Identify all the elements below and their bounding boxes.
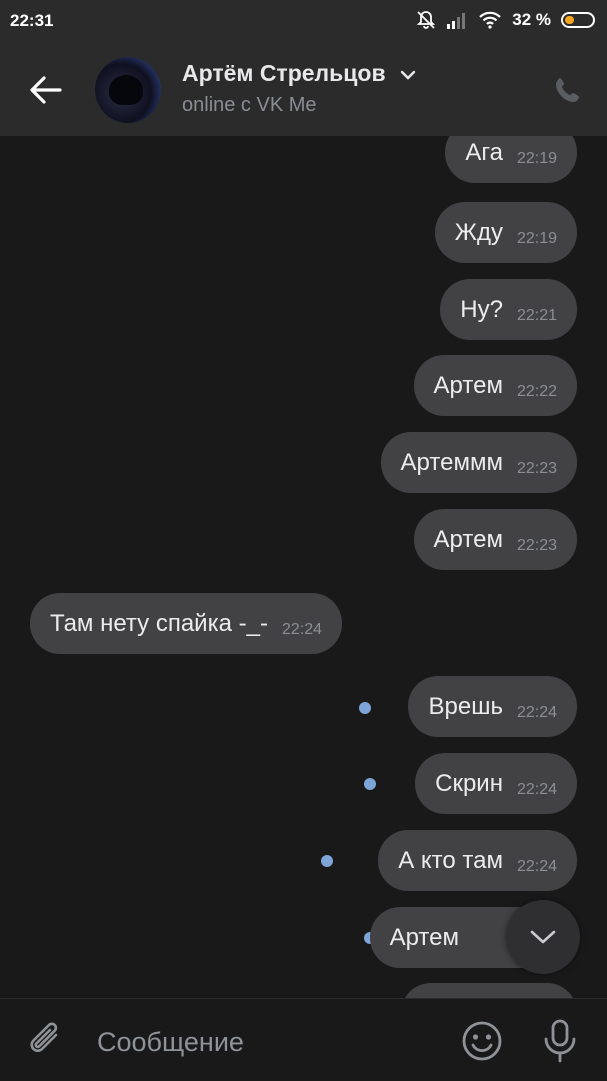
contact-status: online с VK Me [182, 94, 317, 116]
message-in[interactable]: Там нету спайка -_- 22:24 [30, 593, 343, 654]
message-out[interactable]: Артеммм 22:23 [380, 432, 577, 493]
message-list[interactable]: Ага 22:19 Жду 22:19 Ну? 22:21 Артем 22:2… [0, 136, 607, 998]
unread-dot [321, 855, 333, 867]
message-out-partial[interactable] [401, 983, 577, 998]
message-text: Врешь [428, 692, 503, 720]
message-text: Артеммм [400, 448, 503, 476]
message-bubble[interactable]: А кто там 22:24 [378, 830, 577, 891]
message-bubble[interactable]: Ага 22:19 [445, 136, 577, 183]
battery-percent: 32 % [512, 10, 551, 29]
message-bubble[interactable]: Врешь 22:24 [408, 676, 577, 737]
message-out[interactable]: Артем 22:23 [413, 509, 577, 570]
message-time: 22:19 [516, 149, 557, 167]
contact-name: Артём Стрельцов [182, 60, 386, 86]
message-out[interactable]: Артем 22:22 [413, 355, 577, 416]
message-text: Артем [433, 525, 503, 553]
message-time: 22:24 [516, 857, 557, 875]
message-time: 22:21 [516, 306, 557, 324]
wifi-icon [479, 11, 502, 29]
message-out[interactable]: А кто там 22:24 [378, 830, 577, 891]
message-bubble[interactable]: Там нету спайка -_- 22:24 [30, 593, 343, 654]
message-text: Там нету спайка -_- [50, 609, 268, 637]
battery-icon [561, 12, 595, 28]
message-bubble[interactable]: Артеммм 22:23 [380, 432, 577, 493]
message-bubble[interactable] [401, 983, 577, 998]
message-time: 22:24 [516, 703, 557, 721]
message-time: 22:19 [516, 229, 557, 247]
message-bubble[interactable]: Скрин 22:24 [415, 753, 577, 814]
message-time: 22:24 [281, 620, 323, 638]
message-out[interactable]: Ага 22:19 [445, 136, 577, 183]
chevron-down-icon [400, 70, 416, 80]
message-text: Ну? [460, 295, 503, 323]
paperclip-icon[interactable] [28, 1021, 66, 1061]
message-text: Ага [465, 138, 503, 166]
message-out[interactable]: Ну? 22:21 [440, 279, 577, 340]
message-text: Жду [454, 218, 503, 246]
message-text: Артем [433, 371, 503, 399]
chat-header: Артём Стрельцов online с VK Me [0, 44, 607, 136]
message-time: 22:23 [516, 459, 557, 477]
message-out[interactable]: Врешь 22:24 [408, 676, 577, 737]
avatar[interactable] [95, 57, 161, 123]
message-out[interactable]: Жду 22:19 [434, 202, 577, 263]
status-bar: 22:31 32 % [0, 0, 607, 44]
unread-dot [364, 778, 376, 790]
message-composer: Сообщение [0, 998, 607, 1081]
emoji-icon[interactable] [460, 1019, 504, 1063]
message-bubble[interactable]: Жду 22:19 [434, 202, 577, 263]
status-time: 22:31 [10, 11, 54, 30]
mute-bell-icon [417, 11, 436, 29]
scroll-down-button[interactable] [506, 900, 580, 974]
signal-icon [447, 13, 466, 29]
message-input[interactable]: Сообщение [97, 1027, 244, 1058]
phone-icon[interactable] [553, 75, 583, 105]
back-arrow-icon[interactable] [26, 72, 66, 108]
microphone-icon[interactable] [542, 1019, 578, 1063]
message-time: 22:23 [516, 536, 557, 554]
message-bubble[interactable]: Артем 22:22 [413, 355, 577, 416]
message-bubble[interactable]: Артем 22:23 [413, 509, 577, 570]
contact-name-row[interactable]: Артём Стрельцов [182, 60, 416, 87]
message-time: 22:22 [516, 382, 557, 400]
message-bubble[interactable]: Ну? 22:21 [440, 279, 577, 340]
chevron-down-icon [530, 930, 556, 944]
message-text: Артем [389, 923, 459, 951]
message-text: Скрин [435, 769, 503, 797]
message-time: 22:24 [516, 780, 557, 798]
message-text: А кто там [398, 846, 503, 874]
message-out[interactable]: Скрин 22:24 [415, 753, 577, 814]
unread-dot [359, 702, 371, 714]
